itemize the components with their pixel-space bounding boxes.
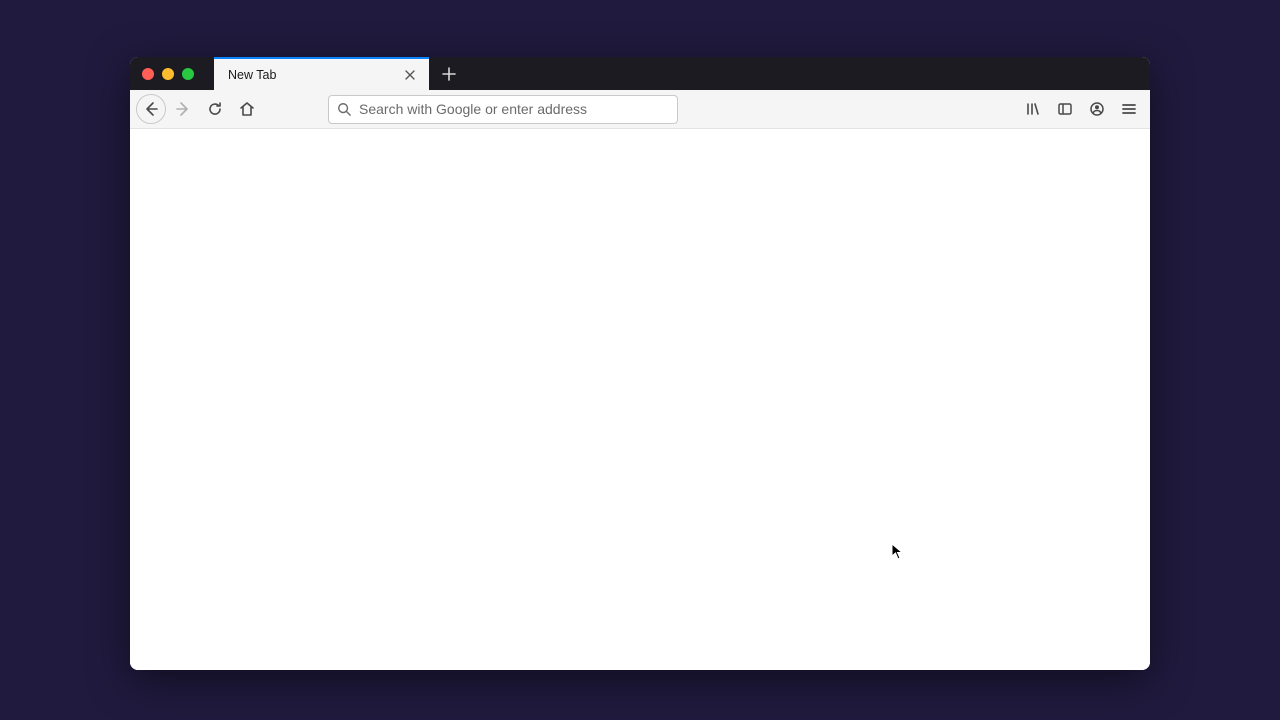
library-button[interactable] — [1018, 94, 1048, 124]
forward-arrow-icon — [175, 101, 191, 117]
new-tab-button[interactable] — [435, 60, 463, 88]
sidebar-button[interactable] — [1050, 94, 1080, 124]
account-icon — [1089, 101, 1105, 117]
window-controls — [130, 68, 214, 80]
window-minimize-button[interactable] — [162, 68, 174, 80]
reload-button[interactable] — [200, 94, 230, 124]
reload-icon — [207, 101, 223, 117]
address-input[interactable] — [359, 101, 669, 117]
plus-icon — [442, 67, 456, 81]
tab-title: New Tab — [228, 68, 401, 82]
close-icon — [404, 69, 416, 81]
window-close-button[interactable] — [142, 68, 154, 80]
sidebar-icon — [1057, 101, 1073, 117]
page-content — [130, 129, 1150, 670]
window-zoom-button[interactable] — [182, 68, 194, 80]
address-bar[interactable] — [328, 95, 678, 124]
library-icon — [1025, 101, 1041, 117]
forward-button[interactable] — [168, 94, 198, 124]
back-arrow-icon — [143, 101, 159, 117]
tab-close-button[interactable] — [401, 66, 419, 84]
app-menu-button[interactable] — [1114, 94, 1144, 124]
browser-tab[interactable]: New Tab — [214, 57, 429, 90]
back-button[interactable] — [136, 94, 166, 124]
account-button[interactable] — [1082, 94, 1112, 124]
hamburger-icon — [1121, 101, 1137, 117]
tab-bar: New Tab — [130, 57, 1150, 90]
home-button[interactable] — [232, 94, 262, 124]
browser-window: New Tab — [130, 57, 1150, 670]
search-icon — [337, 102, 351, 116]
home-icon — [239, 101, 255, 117]
navigation-toolbar — [130, 90, 1150, 129]
